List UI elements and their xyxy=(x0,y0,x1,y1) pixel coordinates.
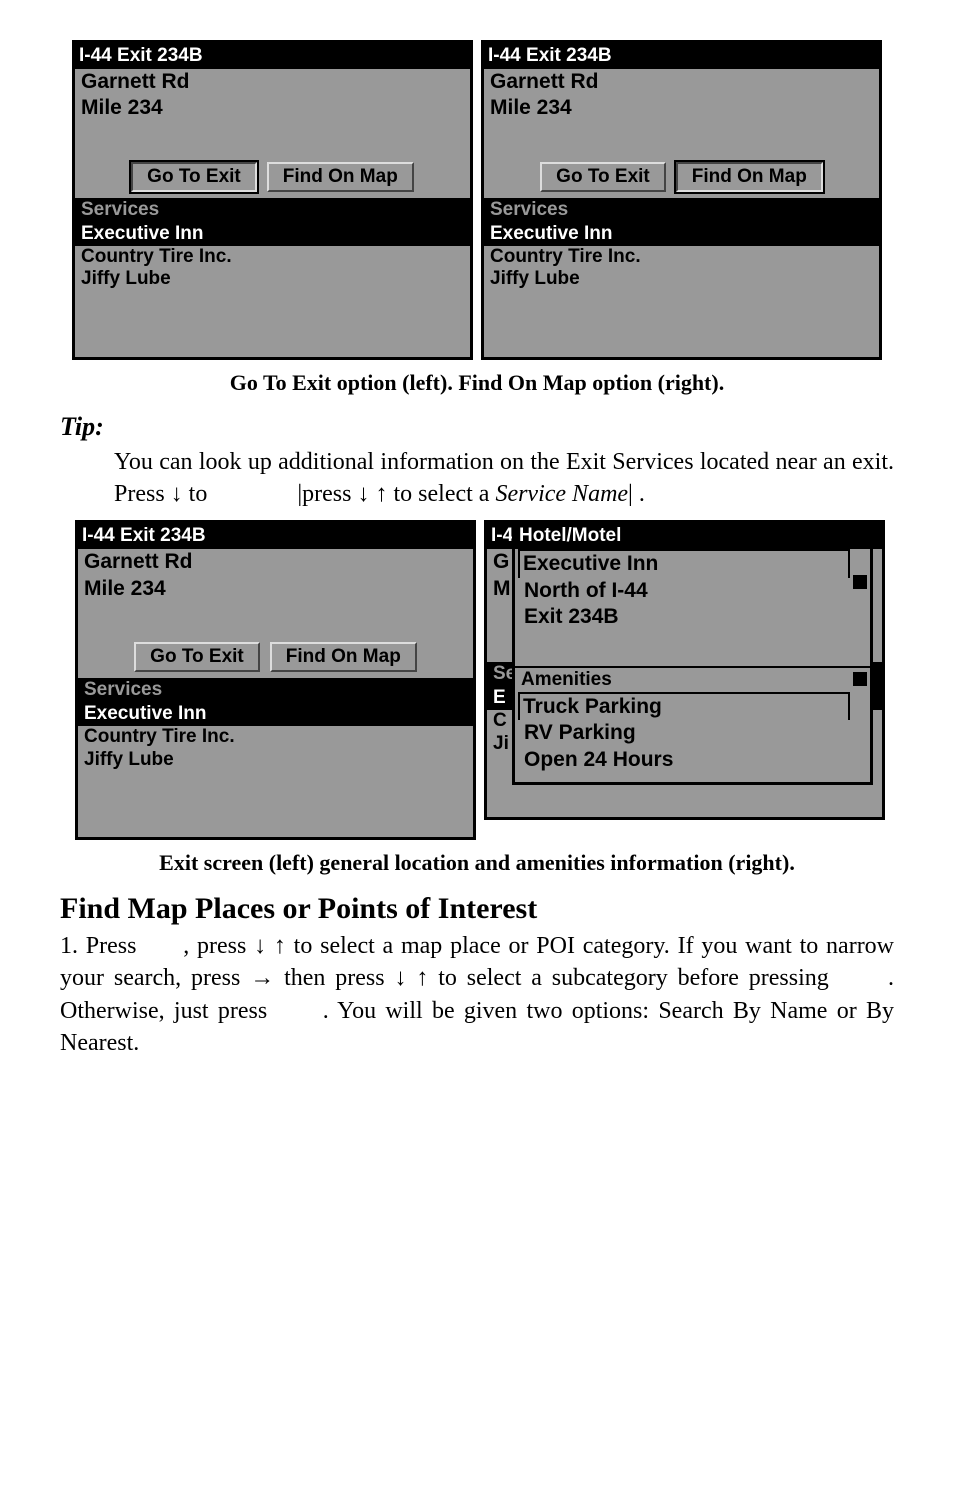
hotel-motel-popup: Hotel/Motel Executive Inn North of I-44 … xyxy=(512,520,873,785)
figure-caption-1: Go To Exit option (left). Find On Map op… xyxy=(60,370,894,396)
figure-row-2: I-44 Exit 234B Garnett Rd Mile 234 Go To… xyxy=(60,520,894,840)
find-on-map-button[interactable]: Find On Map xyxy=(267,162,414,192)
service-item[interactable]: Jiffy Lube xyxy=(78,749,473,772)
service-item-selected[interactable]: Executive Inn xyxy=(75,222,470,246)
service-item[interactable]: Jiffy Lube xyxy=(75,268,470,291)
exit-road: Garnett Rd xyxy=(78,549,473,575)
services-section-header: Services xyxy=(75,198,470,222)
exit-mile: Mile 234 xyxy=(484,95,879,121)
service-item[interactable]: Country Tire Inc. xyxy=(75,246,470,269)
services-section-header: Services xyxy=(78,678,473,702)
gps-window-go-to-exit: I-44 Exit 234B Garnett Rd Mile 234 Go To… xyxy=(72,40,473,360)
service-item[interactable]: Jiffy Lube xyxy=(484,268,879,291)
hotel-location: North of I-44 xyxy=(518,578,870,604)
tip-text: You can look up additional information o… xyxy=(114,446,894,511)
amenity-item: RV Parking xyxy=(518,720,870,746)
service-item-selected[interactable]: Executive Inn xyxy=(78,702,473,726)
find-on-map-button[interactable]: Find On Map xyxy=(676,162,823,192)
service-item[interactable]: Country Tire Inc. xyxy=(78,726,473,749)
amenities-label: Amenities xyxy=(515,666,870,692)
gps-window-exit-screen: I-44 Exit 234B Garnett Rd Mile 234 Go To… xyxy=(75,520,476,840)
go-to-exit-button[interactable]: Go To Exit xyxy=(131,162,257,192)
scrollbar-handle[interactable] xyxy=(853,575,867,589)
popup-title: Hotel/Motel xyxy=(515,523,870,549)
go-to-exit-button[interactable]: Go To Exit xyxy=(134,642,260,672)
services-section-header: Services xyxy=(484,198,879,222)
figure-caption-2: Exit screen (left) general location and … xyxy=(60,850,894,876)
gps-window-amenities-host: I-4 G M Se E C Ji Hotel/Motel Executive … xyxy=(484,520,879,820)
hotel-name: Executive Inn xyxy=(518,549,850,577)
window-title: I-44 Exit 234B xyxy=(484,43,879,69)
service-item[interactable]: Country Tire Inc. xyxy=(484,246,879,269)
gps-window-find-on-map: I-44 Exit 234B Garnett Rd Mile 234 Go To… xyxy=(481,40,882,360)
figure-row-1: I-44 Exit 234B Garnett Rd Mile 234 Go To… xyxy=(60,40,894,360)
find-on-map-button[interactable]: Find On Map xyxy=(270,642,417,672)
window-title: I-44 Exit 234B xyxy=(78,523,473,549)
exit-mile: Mile 234 xyxy=(75,95,470,121)
exit-road: Garnett Rd xyxy=(75,69,470,95)
tip-label: Tip: xyxy=(60,412,894,442)
hotel-exit: Exit 234B xyxy=(518,604,870,630)
amenity-item: Truck Parking xyxy=(518,692,850,720)
go-to-exit-button[interactable]: Go To Exit xyxy=(540,162,666,192)
window-title: I-44 Exit 234B xyxy=(75,43,470,69)
section-heading: Find Map Places or Points of Interest xyxy=(60,892,894,926)
scrollbar-handle[interactable] xyxy=(853,672,867,686)
section-body: 1. Press , press ↓ ↑ to select a map pla… xyxy=(60,930,894,1060)
exit-mile: Mile 234 xyxy=(78,576,473,602)
service-item-selected[interactable]: Executive Inn xyxy=(484,222,879,246)
exit-road: Garnett Rd xyxy=(484,69,879,95)
amenity-item: Open 24 Hours xyxy=(518,747,870,773)
